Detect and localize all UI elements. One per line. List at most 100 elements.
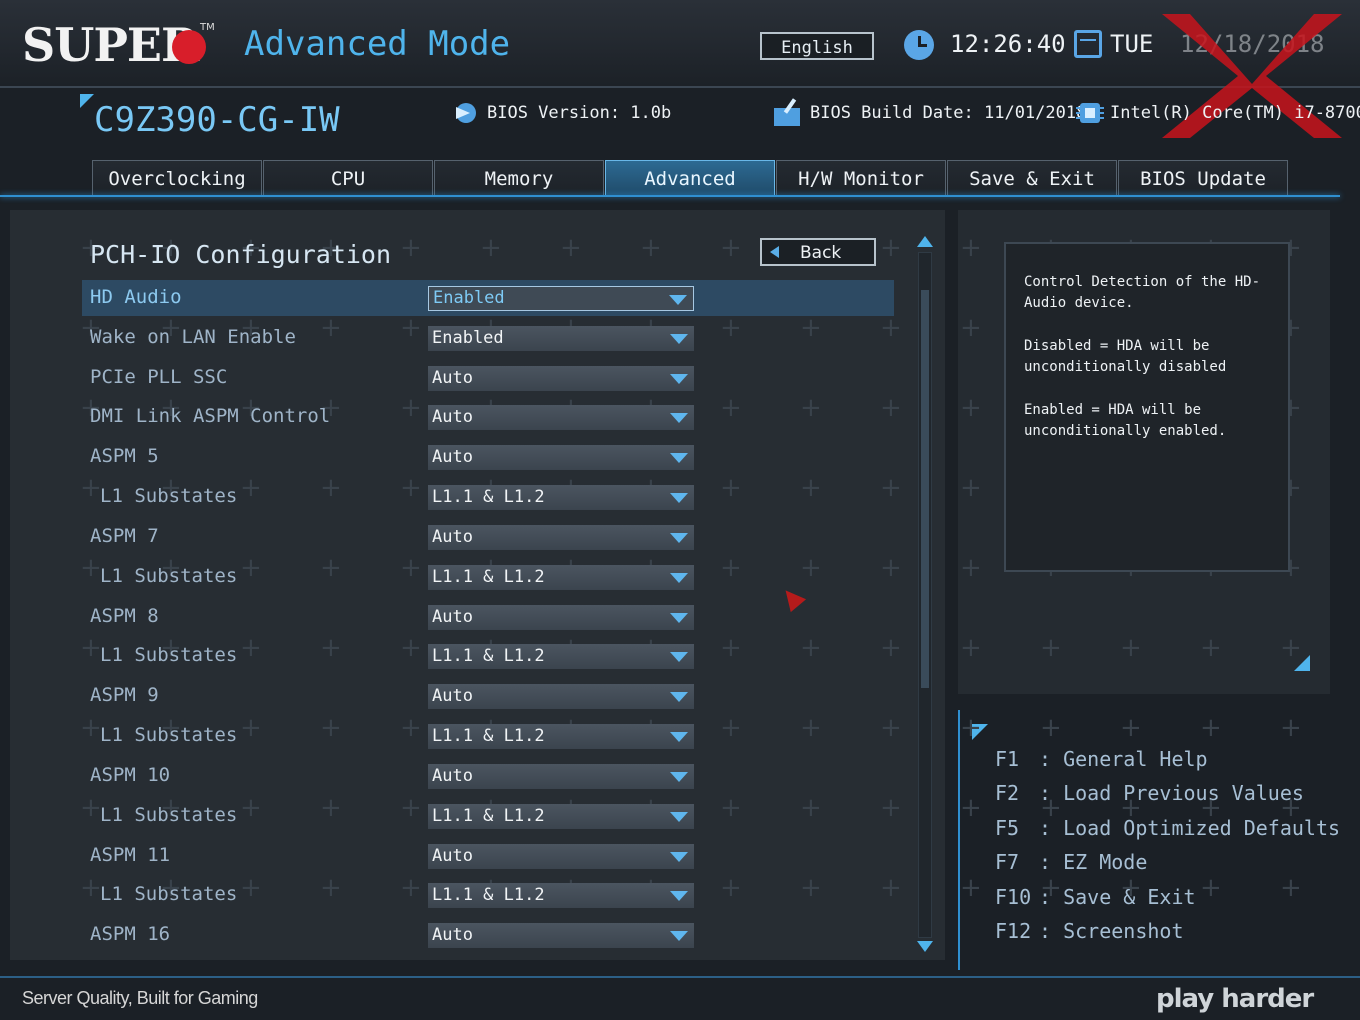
dropdown-arrow-icon <box>670 692 688 702</box>
setting-row-l1-substates-11[interactable]: L1 Substates L1.1 & L1.2 <box>82 877 894 913</box>
scroll-up-arrow-icon[interactable] <box>917 236 933 247</box>
help-corner-marker <box>1294 655 1310 671</box>
setting-dropdown[interactable]: Auto <box>428 405 694 430</box>
setting-dropdown[interactable]: L1.1 & L1.2 <box>428 883 694 908</box>
tab-overclocking[interactable]: Overclocking <box>92 160 262 196</box>
dropdown-arrow-icon <box>670 652 688 662</box>
build-tools-icon <box>774 98 800 126</box>
background-plus-icon: + <box>1280 793 1302 823</box>
dropdown-value: Auto <box>432 925 473 945</box>
setting-label: DMI Link ASPM Control <box>90 405 331 427</box>
setting-row-l1-substates-5[interactable]: L1 Substates L1.1 & L1.2 <box>82 479 894 515</box>
setting-label: Wake on LAN Enable <box>90 326 296 348</box>
setting-row-l1-substates-9[interactable]: L1 Substates L1.1 & L1.2 <box>82 718 894 754</box>
setting-dropdown[interactable]: Auto <box>428 923 694 948</box>
setting-dropdown[interactable]: L1.1 & L1.2 <box>428 644 694 669</box>
setting-row-aspm-5[interactable]: ASPM 5 Auto <box>82 439 894 475</box>
setting-dropdown[interactable]: Auto <box>428 764 694 789</box>
tab-save-exit[interactable]: Save & Exit <box>947 160 1117 196</box>
setting-row-aspm-10[interactable]: ASPM 10 Auto <box>82 758 894 794</box>
dropdown-arrow-icon <box>670 453 688 463</box>
setting-dropdown[interactable]: L1.1 & L1.2 <box>428 724 694 749</box>
setting-label: ASPM 7 <box>90 525 159 547</box>
setting-dropdown[interactable]: Auto <box>428 525 694 550</box>
setting-label: L1 Substates <box>100 724 238 746</box>
background-plus-icon: + <box>880 233 902 263</box>
tab-hw-monitor[interactable]: H/W Monitor <box>776 160 946 196</box>
bios-build-date: BIOS Build Date: 11/01/2018 <box>810 103 1087 123</box>
dropdown-arrow-icon <box>670 613 688 623</box>
cpu-info: Intel(R) Core(TM) i7-8700K <box>1110 103 1360 123</box>
hotkey-item: F1: General Help <box>995 747 1208 771</box>
frame-divider <box>0 195 1340 197</box>
background-plus-icon: + <box>1040 793 1062 823</box>
setting-row-aspm-11[interactable]: ASPM 11 Auto <box>82 838 894 874</box>
dropdown-value: Enabled <box>432 328 504 348</box>
setting-dropdown[interactable]: L1.1 & L1.2 <box>428 485 694 510</box>
model-corner-marker <box>80 94 94 108</box>
setting-label: L1 Substates <box>100 883 238 905</box>
setting-label: ASPM 5 <box>90 445 159 467</box>
setting-dropdown[interactable]: Enabled <box>428 286 694 311</box>
setting-dropdown[interactable]: Auto <box>428 445 694 470</box>
setting-row-aspm-8[interactable]: ASPM 8 Auto <box>82 599 894 635</box>
dropdown-arrow-icon <box>670 413 688 423</box>
setting-label: ASPM 16 <box>90 923 171 945</box>
setting-dropdown[interactable]: Auto <box>428 366 694 391</box>
setting-row-l1-substates-7[interactable]: L1 Substates L1.1 & L1.2 <box>82 559 894 595</box>
setting-dropdown[interactable]: L1.1 & L1.2 <box>428 565 694 590</box>
setting-dropdown[interactable]: Auto <box>428 844 694 869</box>
setting-row-aspm-9[interactable]: ASPM 9 Auto <box>82 678 894 714</box>
setting-label: ASPM 11 <box>90 844 171 866</box>
scrollbar-thumb[interactable] <box>921 290 929 688</box>
setting-row-aspm-7[interactable]: ASPM 7 Auto <box>82 519 894 555</box>
help-paragraph: Enabled = HDA will be unconditionally en… <box>1024 402 1227 439</box>
dropdown-value: Auto <box>432 607 473 627</box>
language-selector[interactable]: English <box>760 32 874 60</box>
setting-dropdown[interactable]: L1.1 & L1.2 <box>428 804 694 829</box>
tab-advanced[interactable]: Advanced <box>605 160 775 196</box>
dropdown-arrow-icon <box>670 931 688 941</box>
bios-version: BIOS Version: 1.0b <box>487 103 672 123</box>
back-button[interactable]: Back <box>760 238 876 266</box>
help-text-box: Control Detection of the HD-Audio device… <box>1004 242 1290 572</box>
background-plus-icon: + <box>1200 793 1222 823</box>
background-plus-icon: + <box>960 713 982 743</box>
background-plus-icon: + <box>1200 713 1222 743</box>
dropdown-arrow-icon <box>670 732 688 742</box>
dropdown-arrow-icon <box>670 852 688 862</box>
background-plus-icon: + <box>960 873 982 903</box>
dropdown-arrow-icon <box>670 772 688 782</box>
dropdown-arrow-icon <box>670 533 688 543</box>
scroll-down-arrow-icon[interactable] <box>917 941 933 952</box>
dropdown-value: L1.1 & L1.2 <box>432 487 545 507</box>
background-plus-icon: + <box>1040 713 1062 743</box>
setting-dropdown[interactable]: Auto <box>428 684 694 709</box>
cpu-icon <box>1076 103 1104 123</box>
setting-label: ASPM 8 <box>90 605 159 627</box>
setting-dropdown[interactable]: Enabled <box>428 326 694 351</box>
setting-row-hd-audio[interactable]: HD Audio Enabled <box>82 280 894 316</box>
setting-row-l1-substates-8[interactable]: L1 Substates L1.1 & L1.2 <box>82 638 894 674</box>
background-plus-icon: + <box>1280 873 1302 903</box>
background-plus-icon: + <box>1120 633 1142 663</box>
tab-bios-update[interactable]: BIOS Update <box>1118 160 1288 196</box>
hotkey-item: F12: Screenshot <box>995 919 1184 944</box>
setting-row-dmi-link-aspm[interactable]: DMI Link ASPM Control Auto <box>82 399 894 435</box>
setting-row-pcie-pll-ssc[interactable]: PCIe PLL SSC Auto <box>82 360 894 396</box>
dropdown-value: Auto <box>432 447 473 467</box>
tab-memory[interactable]: Memory <box>434 160 604 196</box>
background-plus-icon: + <box>960 793 982 823</box>
background-plus-icon: + <box>1040 633 1062 663</box>
setting-row-aspm-16[interactable]: ASPM 16 Auto <box>82 917 894 953</box>
background-plus-icon: + <box>960 313 982 343</box>
setting-label: HD Audio <box>90 286 182 308</box>
setting-row-l1-substates-10[interactable]: L1 Substates L1.1 & L1.2 <box>82 798 894 834</box>
dropdown-arrow-icon <box>670 891 688 901</box>
dropdown-value: Auto <box>432 527 473 547</box>
tab-cpu[interactable]: CPU <box>263 160 433 196</box>
setting-row-wake-on-lan[interactable]: Wake on LAN Enable Enabled <box>82 320 894 356</box>
setting-dropdown[interactable]: Auto <box>428 605 694 630</box>
back-arrow-icon <box>770 246 779 258</box>
main-tabs: Overclocking CPU Memory Advanced H/W Mon… <box>92 160 1289 196</box>
